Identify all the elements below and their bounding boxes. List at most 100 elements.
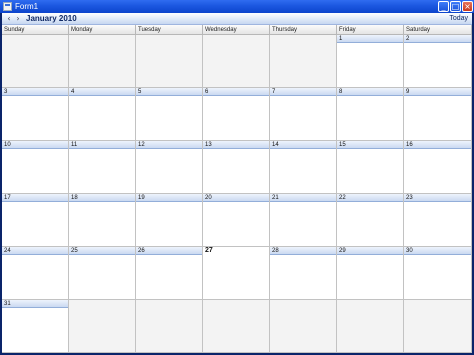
app-window: Form1 _ □ × ‹ › January 2010 Today Sunda… xyxy=(0,0,474,355)
day-number: 8 xyxy=(339,89,343,95)
empty-cell xyxy=(203,35,270,88)
day-number: 28 xyxy=(272,248,279,254)
day-cell[interactable]: 14 xyxy=(270,141,337,194)
day-header-bar[interactable]: 7 xyxy=(270,88,336,96)
day-cell[interactable]: 22 xyxy=(337,194,404,247)
day-number: 22 xyxy=(339,195,346,201)
empty-cell xyxy=(2,35,69,88)
day-header-bar[interactable]: 6 xyxy=(203,88,269,96)
day-cell[interactable]: 18 xyxy=(69,194,136,247)
day-cell[interactable]: 20 xyxy=(203,194,270,247)
day-header-bar[interactable]: 29 xyxy=(337,247,403,255)
day-cell[interactable]: 26 xyxy=(136,247,203,300)
empty-cell xyxy=(270,300,337,353)
day-cell[interactable]: 3 xyxy=(2,88,69,141)
day-header-bar[interactable]: 5 xyxy=(136,88,202,96)
day-number: 3 xyxy=(4,89,8,95)
day-cell[interactable]: 6 xyxy=(203,88,270,141)
day-header-bar[interactable]: 8 xyxy=(337,88,403,96)
day-header-bar[interactable]: 31 xyxy=(2,300,68,308)
day-number: 16 xyxy=(406,142,413,148)
day-header-bar[interactable]: 30 xyxy=(404,247,471,255)
day-number: 2 xyxy=(406,36,410,42)
close-button[interactable]: × xyxy=(462,1,473,12)
day-cell[interactable]: 12 xyxy=(136,141,203,194)
weekday-header: Wednesday xyxy=(203,25,270,35)
empty-cell xyxy=(404,300,472,353)
day-cell[interactable]: 11 xyxy=(69,141,136,194)
day-number: 10 xyxy=(4,142,11,148)
day-header-bar[interactable]: 10 xyxy=(2,141,68,149)
day-header-bar[interactable]: 3 xyxy=(2,88,68,96)
day-header-bar[interactable]: 15 xyxy=(337,141,403,149)
empty-cell xyxy=(69,35,136,88)
day-header-bar[interactable]: 21 xyxy=(270,194,336,202)
day-cell[interactable]: 9 xyxy=(404,88,472,141)
day-cell[interactable]: 5 xyxy=(136,88,203,141)
day-header-bar[interactable]: 20 xyxy=(203,194,269,202)
day-number: 5 xyxy=(138,89,142,95)
day-number: 14 xyxy=(272,142,279,148)
day-header-bar[interactable]: 18 xyxy=(69,194,135,202)
day-cell[interactable]: 16 xyxy=(404,141,472,194)
window-title: Form1 xyxy=(15,2,39,11)
day-cell[interactable]: 28 xyxy=(270,247,337,300)
day-header-bar[interactable]: 17 xyxy=(2,194,68,202)
next-month-button[interactable]: › xyxy=(14,13,22,24)
day-header-bar[interactable]: 9 xyxy=(404,88,471,96)
day-number: 1 xyxy=(339,36,343,42)
day-number: 12 xyxy=(138,142,145,148)
day-header-bar[interactable]: 22 xyxy=(337,194,403,202)
day-header-bar[interactable]: 16 xyxy=(404,141,471,149)
day-header-bar[interactable]: 25 xyxy=(69,247,135,255)
app-icon[interactable] xyxy=(3,2,12,11)
day-header-bar[interactable]: 12 xyxy=(136,141,202,149)
title-bar[interactable]: Form1 _ □ × xyxy=(0,0,474,13)
weekday-header: Sunday xyxy=(2,25,69,35)
day-cell[interactable]: 25 xyxy=(69,247,136,300)
day-header-bar[interactable]: 19 xyxy=(136,194,202,202)
day-cell[interactable]: 2 xyxy=(404,35,472,88)
day-cell[interactable]: 7 xyxy=(270,88,337,141)
today-button[interactable]: Today xyxy=(449,13,468,25)
minimize-button[interactable]: _ xyxy=(438,1,449,12)
day-cell[interactable]: 23 xyxy=(404,194,472,247)
day-number: 24 xyxy=(4,248,11,254)
day-header-bar[interactable]: 13 xyxy=(203,141,269,149)
day-number: 13 xyxy=(205,142,212,148)
day-cell[interactable]: 19 xyxy=(136,194,203,247)
day-header-bar[interactable]: 4 xyxy=(69,88,135,96)
day-number: 30 xyxy=(406,248,413,254)
day-cell[interactable]: 29 xyxy=(337,247,404,300)
day-header-bar[interactable]: 23 xyxy=(404,194,471,202)
day-cell[interactable]: 10 xyxy=(2,141,69,194)
day-cell[interactable]: 17 xyxy=(2,194,69,247)
day-cell[interactable]: 4 xyxy=(69,88,136,141)
day-header-bar[interactable]: 1 xyxy=(337,35,403,43)
day-number: 15 xyxy=(339,142,346,148)
day-number: 23 xyxy=(406,195,413,201)
day-cell[interactable]: 1 xyxy=(337,35,404,88)
day-header-bar[interactable]: 24 xyxy=(2,247,68,255)
day-header-bar[interactable]: 2 xyxy=(404,35,471,43)
day-cell[interactable]: 30 xyxy=(404,247,472,300)
day-cell[interactable]: 15 xyxy=(337,141,404,194)
day-number: 11 xyxy=(71,142,78,148)
day-cell[interactable]: 13 xyxy=(203,141,270,194)
day-header-bar[interactable]: 14 xyxy=(270,141,336,149)
day-header-bar[interactable]: 27 xyxy=(203,247,269,255)
day-number: 17 xyxy=(4,195,11,201)
day-cell[interactable]: 21 xyxy=(270,194,337,247)
day-cell[interactable]: 24 xyxy=(2,247,69,300)
empty-cell xyxy=(270,35,337,88)
day-header-bar[interactable]: 28 xyxy=(270,247,336,255)
day-cell[interactable]: 27 xyxy=(203,247,270,300)
day-number: 31 xyxy=(4,301,11,307)
day-cell[interactable]: 8 xyxy=(337,88,404,141)
previous-month-button[interactable]: ‹ xyxy=(5,13,13,24)
day-cell[interactable]: 31 xyxy=(2,300,69,353)
day-header-bar[interactable]: 11 xyxy=(69,141,135,149)
day-header-bar[interactable]: 26 xyxy=(136,247,202,255)
maximize-button[interactable]: □ xyxy=(450,1,461,12)
day-number: 6 xyxy=(205,89,209,95)
